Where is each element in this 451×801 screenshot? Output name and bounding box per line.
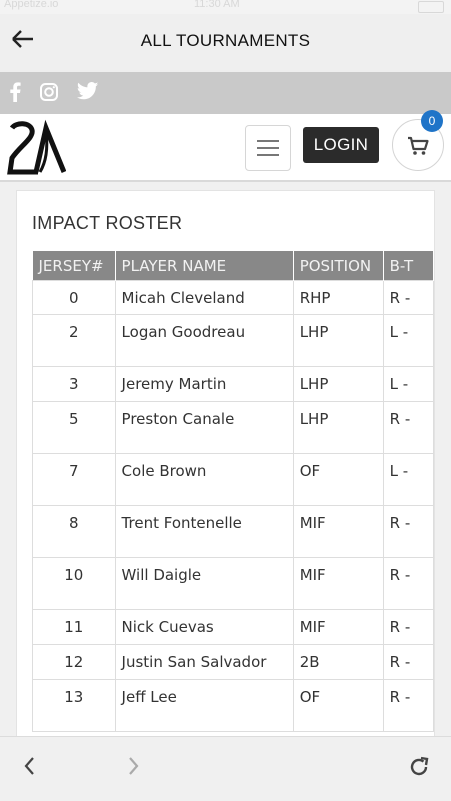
- cell-position: OF: [292, 679, 384, 732]
- table-row: 8 Trent Fontenelle MIF R -: [32, 505, 434, 558]
- main-content[interactable]: IMPACT ROSTER JERSEY# PLAYER NAME POSITI…: [0, 182, 451, 736]
- col-player-name: PLAYER NAME: [115, 251, 294, 281]
- cell-position: 2B: [292, 644, 384, 680]
- hamburger-line: [257, 154, 279, 156]
- cell-position: MIF: [292, 609, 384, 645]
- col-position: POSITION: [293, 251, 384, 281]
- cell-bt: R -: [382, 679, 434, 732]
- table-row: 0 Micah Cleveland RHP R -: [32, 280, 434, 315]
- cell-position: RHP: [292, 280, 384, 315]
- 2d-logo[interactable]: [6, 118, 67, 176]
- col-bt: B-T: [383, 251, 434, 281]
- cell-name: Preston Canale: [114, 401, 294, 454]
- cell-bt: R -: [382, 609, 434, 645]
- menu-button[interactable]: [245, 125, 291, 171]
- cell-position: LHP: [292, 366, 384, 402]
- cell-name: Jeff Lee: [114, 679, 294, 732]
- battery-icon: [418, 1, 444, 13]
- hamburger-line: [257, 140, 279, 142]
- cell-bt: L -: [382, 366, 434, 402]
- cell-name: Logan Goodreau: [114, 314, 294, 367]
- col-jersey: JERSEY#: [32, 251, 116, 281]
- cell-name: Jeremy Martin: [114, 366, 294, 402]
- hamburger-line: [257, 147, 279, 149]
- table-header-row: JERSEY# PLAYER NAME POSITION B-T: [32, 251, 434, 281]
- cell-name: Micah Cleveland: [114, 280, 294, 315]
- cell-name: Nick Cuevas: [114, 609, 294, 645]
- cell-jersey: 2: [32, 314, 116, 367]
- instagram-icon[interactable]: [38, 82, 60, 104]
- top-nav-bar: ALL TOURNAMENTS: [0, 14, 451, 70]
- table-row: 7 Cole Brown OF L -: [32, 453, 434, 506]
- cell-jersey: 12: [32, 644, 116, 680]
- cell-jersey: 3: [32, 366, 116, 402]
- login-button[interactable]: LOGIN: [303, 127, 379, 163]
- chevron-left-icon[interactable]: [22, 755, 36, 784]
- cart-count-badge: 0: [421, 110, 443, 132]
- cell-position: MIF: [292, 557, 384, 610]
- cell-bt: R -: [382, 401, 434, 454]
- table-row: 3 Jeremy Martin LHP L -: [32, 366, 434, 402]
- chevron-right-icon[interactable]: [127, 755, 141, 784]
- table-row: 12 Justin San Salvador 2B R -: [32, 644, 434, 680]
- browser-toolbar: [0, 736, 451, 801]
- table-row: 10 Will Daigle MIF R -: [32, 557, 434, 610]
- facebook-icon[interactable]: [4, 82, 26, 104]
- cell-name: Justin San Salvador: [114, 644, 294, 680]
- cell-jersey: 8: [32, 505, 116, 558]
- status-bar: Appetize.io 11:30 AM: [0, 0, 451, 14]
- roster-title: IMPACT ROSTER: [32, 213, 183, 233]
- cell-position: OF: [292, 453, 384, 506]
- roster-table: JERSEY# PLAYER NAME POSITION B-T 0 Micah…: [32, 251, 434, 732]
- cell-jersey: 13: [32, 679, 116, 732]
- cell-jersey: 5: [32, 401, 116, 454]
- cell-jersey: 11: [32, 609, 116, 645]
- cell-bt: R -: [382, 280, 434, 315]
- cell-jersey: 0: [32, 280, 116, 315]
- cell-position: LHP: [292, 314, 384, 367]
- cell-bt: R -: [382, 505, 434, 558]
- cell-bt: R -: [382, 644, 434, 680]
- table-row: 11 Nick Cuevas MIF R -: [32, 609, 434, 645]
- twitter-icon[interactable]: [76, 82, 99, 104]
- cell-name: Cole Brown: [114, 453, 294, 506]
- cell-name: Trent Fontenelle: [114, 505, 294, 558]
- clock-label: 11:30 AM: [194, 0, 240, 10]
- cell-position: LHP: [292, 401, 384, 454]
- carrier-label: Appetize.io: [4, 0, 59, 10]
- cell-position: MIF: [292, 505, 384, 558]
- cell-name: Will Daigle: [114, 557, 294, 610]
- table-row: 2 Logan Goodreau LHP L -: [32, 314, 434, 367]
- page-title: ALL TOURNAMENTS: [140, 31, 311, 50]
- cell-bt: R -: [382, 557, 434, 610]
- cell-bt: L -: [382, 314, 434, 367]
- social-bar: [0, 72, 451, 114]
- cart-icon: [408, 136, 429, 155]
- site-header: LOGIN 0: [0, 110, 451, 182]
- roster-table-scroll[interactable]: JERSEY# PLAYER NAME POSITION B-T 0 Micah…: [32, 251, 434, 732]
- table-row: 5 Preston Canale LHP R -: [32, 401, 434, 454]
- table-row: 13 Jeff Lee OF R -: [32, 679, 434, 732]
- cell-jersey: 7: [32, 453, 116, 506]
- roster-card: IMPACT ROSTER JERSEY# PLAYER NAME POSITI…: [16, 190, 435, 736]
- reload-icon[interactable]: [407, 755, 431, 786]
- cell-bt: L -: [382, 453, 434, 506]
- cell-jersey: 10: [32, 557, 116, 610]
- cart-button[interactable]: 0: [392, 110, 444, 171]
